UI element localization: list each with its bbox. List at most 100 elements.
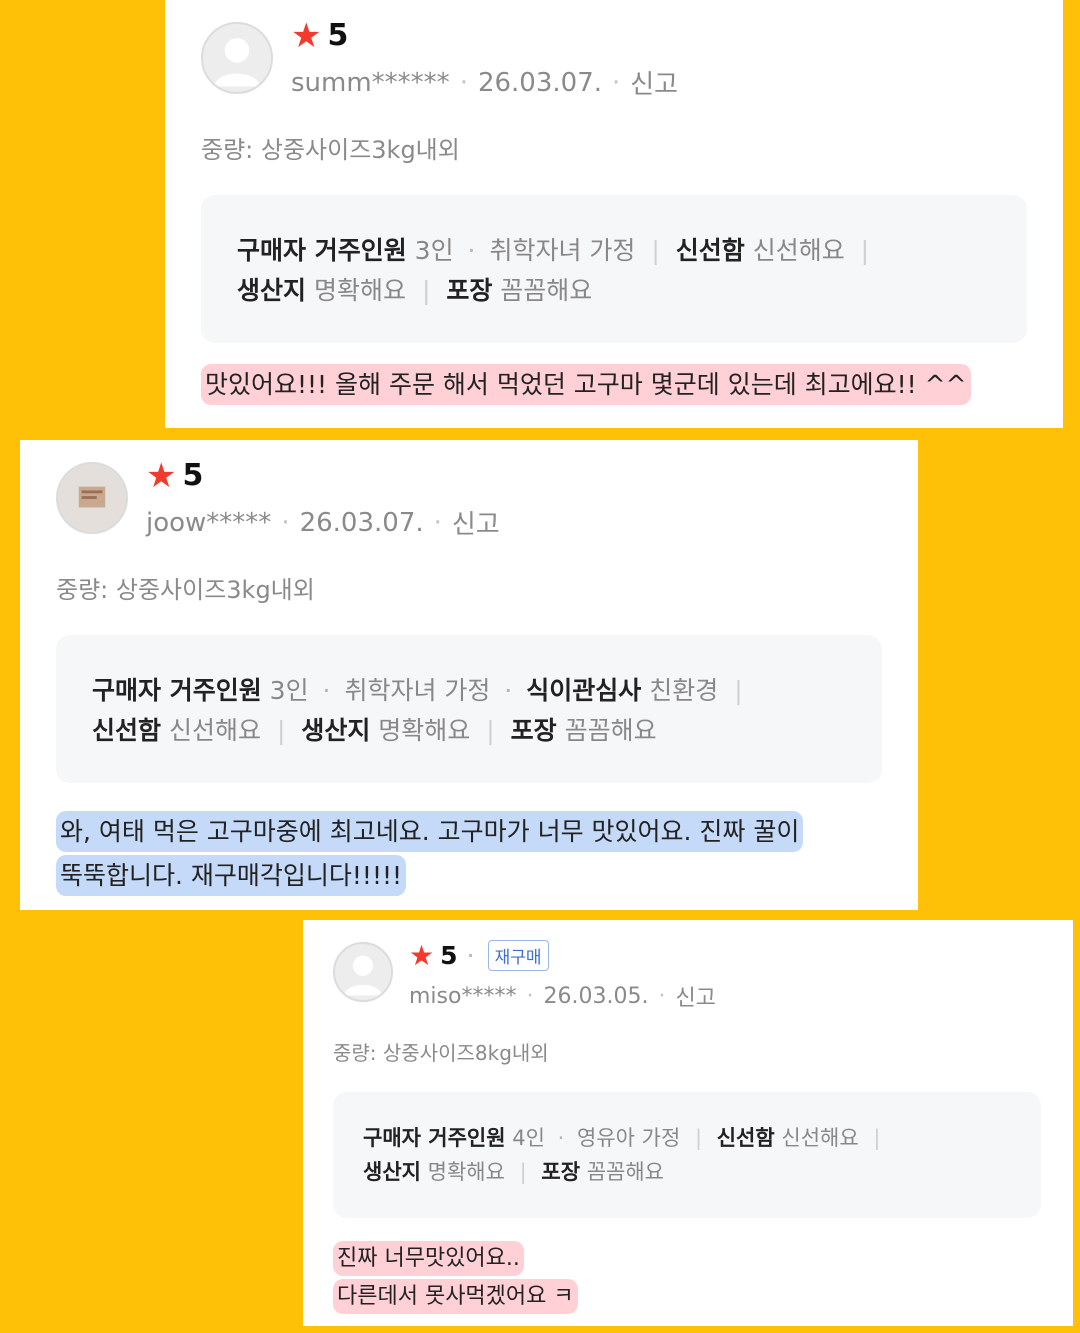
attr-label: 식이관심사	[526, 676, 642, 705]
attr-divider: |	[860, 236, 870, 265]
product-option: 중량: 상중사이즈3kg내외	[201, 136, 460, 164]
attr-label: 구매자 거주인원	[237, 236, 407, 265]
attributes-line: 생산지 명확해요 | 포장 꼼꼼해요	[237, 271, 592, 307]
star-icon: ★	[409, 938, 435, 972]
attr-value: 3인	[269, 676, 309, 705]
attr-divider: |	[694, 1126, 703, 1150]
attr-value: 명확해요	[427, 1160, 505, 1184]
star-icon: ★	[291, 15, 322, 56]
review-date: 26.03.07.	[477, 67, 602, 98]
attr-dot: ·	[557, 1126, 565, 1150]
attr-value: 4인	[512, 1126, 545, 1150]
rebuy-badge: 재구매	[487, 940, 549, 971]
meta-dot: ·	[467, 946, 474, 965]
attr-label: 생산지	[363, 1160, 421, 1184]
attr-value: 친환경	[649, 676, 719, 705]
review-card: ★ 5 joow***** · 26.03.07. · 신고 중량: 상중사이즈…	[20, 440, 918, 910]
review-card: ★ 5 summ****** · 26.03.07. · 신고 중량: 상중사이…	[165, 0, 1063, 428]
report-link[interactable]: 신고	[452, 504, 500, 541]
attr-label: 신선함	[675, 236, 745, 265]
avatar	[56, 462, 128, 534]
attr-label: 신선함	[716, 1126, 775, 1150]
meta-dot: ·	[612, 67, 621, 98]
product-photo-icon	[58, 464, 126, 532]
review-meta: miso***** · 26.03.05. · 신고	[409, 980, 716, 1012]
attr-divider: |	[519, 1160, 527, 1184]
rating: ★ 5	[291, 18, 348, 53]
product-option: 중량: 상중사이즈3kg내외	[56, 576, 315, 604]
attr-value: 영유아 가정	[577, 1126, 681, 1150]
rating: ★ 5	[146, 458, 203, 493]
rating: ★ 5 · 재구매	[409, 940, 549, 971]
attr-divider: |	[873, 1126, 881, 1150]
attributes-line: 구매자 거주인원 3인 · 취학자녀 가정 | 신선함 신선해요 |	[237, 231, 877, 267]
star-icon: ★	[146, 455, 177, 496]
attr-dot: ·	[504, 676, 513, 705]
attributes-box: 구매자 거주인원 4인 · 영유아 가정 | 신선함 신선해요 | 생산지 명확…	[333, 1092, 1041, 1218]
username: joow*****	[146, 507, 272, 538]
attr-value: 신선해요	[168, 716, 261, 745]
attr-value: 취학자녀 가정	[489, 236, 636, 265]
attr-value: 꼼꼼해요	[586, 1160, 664, 1184]
review-text: 와, 여태 먹은 고구마중에 최고네요. 고구마가 너무 맛있어요. 진짜 꿀이…	[56, 810, 804, 898]
review-meta: summ****** · 26.03.07. · 신고	[291, 64, 678, 101]
attributes-box: 구매자 거주인원 3인 · 취학자녀 가정 | 신선함 신선해요 | 생산지 명…	[201, 195, 1027, 343]
review-date: 26.03.05.	[543, 983, 649, 1009]
attr-label: 생산지	[237, 276, 307, 305]
avatar	[201, 22, 273, 94]
attr-value: 신선해요	[752, 236, 845, 265]
meta-dot: ·	[658, 983, 666, 1009]
attr-label: 구매자 거주인원	[92, 676, 262, 705]
review-text-line: 와, 여태 먹은 고구마중에 최고네요. 고구마가 너무 맛있어요. 진짜 꿀이	[56, 811, 804, 852]
username: summ******	[291, 67, 450, 98]
attributes-line: 신선함 신선해요 | 생산지 명확해요 | 포장 꼼꼼해요	[92, 711, 657, 747]
attr-divider: |	[734, 676, 743, 705]
attributes-line: 구매자 거주인원 4인 · 영유아 가정 | 신선함 신선해요 |	[363, 1122, 888, 1152]
attr-dot: ·	[322, 676, 331, 705]
attr-divider: |	[651, 236, 660, 265]
attr-label: 생산지	[301, 716, 371, 745]
rating-value: 5	[327, 18, 349, 53]
attributes-line: 구매자 거주인원 3인 · 취학자녀 가정 · 식이관심사 친환경 |	[92, 671, 751, 707]
review-meta: joow***** · 26.03.07. · 신고	[146, 504, 500, 541]
review-text-line: 뚝뚝합니다. 재구매각입니다!!!!!	[56, 855, 407, 896]
review-text: 맛있어요!!! 올해 주문 해서 먹었던 고구마 몇군데 있는데 최고에요!! …	[201, 364, 971, 405]
attr-value: 신선해요	[781, 1126, 859, 1150]
attr-value: 3인	[414, 236, 454, 265]
attr-value: 명확해요	[378, 716, 471, 745]
attr-divider: |	[276, 716, 286, 745]
review-date: 26.03.07.	[299, 507, 424, 538]
attr-value: 꼼꼼해요	[564, 716, 657, 745]
review-text-line: 맛있어요!!! 올해 주문 해서 먹었던 고구마 몇군데 있는데 최고에요!! …	[201, 364, 971, 405]
meta-dot: ·	[526, 983, 534, 1009]
meta-dot: ·	[281, 507, 290, 538]
review-card: ★ 5 · 재구매 miso***** · 26.03.05. · 신고 중량:…	[303, 920, 1073, 1326]
report-link[interactable]: 신고	[675, 980, 715, 1012]
attr-label: 구매자 거주인원	[363, 1126, 506, 1150]
product-option: 중량: 상중사이즈8kg내외	[333, 1041, 549, 1065]
attr-value: 꼼꼼해요	[500, 276, 593, 305]
attr-divider: |	[421, 276, 431, 305]
review-text-line: 진짜 너무맛있어요..	[333, 1241, 524, 1276]
attr-label: 포장	[541, 1160, 581, 1184]
rating-value: 5	[182, 458, 204, 493]
report-link[interactable]: 신고	[630, 64, 678, 101]
attr-divider: |	[486, 716, 495, 745]
attr-value: 취학자녀 가정	[344, 676, 491, 705]
attributes-box: 구매자 거주인원 3인 · 취학자녀 가정 · 식이관심사 친환경 | 신선함 …	[56, 635, 882, 783]
review-text: 진짜 너무맛있어요.. 다른데서 못사먹겠어요 ㅋ	[333, 1240, 578, 1316]
attr-label: 포장	[510, 716, 557, 745]
avatar	[333, 942, 393, 1002]
attr-dot: ·	[467, 236, 476, 265]
attr-label: 포장	[446, 276, 493, 305]
review-text-line: 다른데서 못사먹겠어요 ㅋ	[333, 1279, 578, 1314]
user-silhouette-icon	[344, 955, 382, 996]
meta-dot: ·	[459, 67, 468, 98]
attr-label: 신선함	[92, 716, 162, 745]
attr-value: 명확해요	[313, 276, 406, 305]
user-silhouette-icon	[214, 38, 260, 87]
attributes-line: 생산지 명확해요 | 포장 꼼꼼해요	[363, 1156, 664, 1186]
rating-value: 5	[440, 941, 458, 970]
meta-dot: ·	[433, 507, 442, 538]
username: miso*****	[409, 983, 517, 1009]
